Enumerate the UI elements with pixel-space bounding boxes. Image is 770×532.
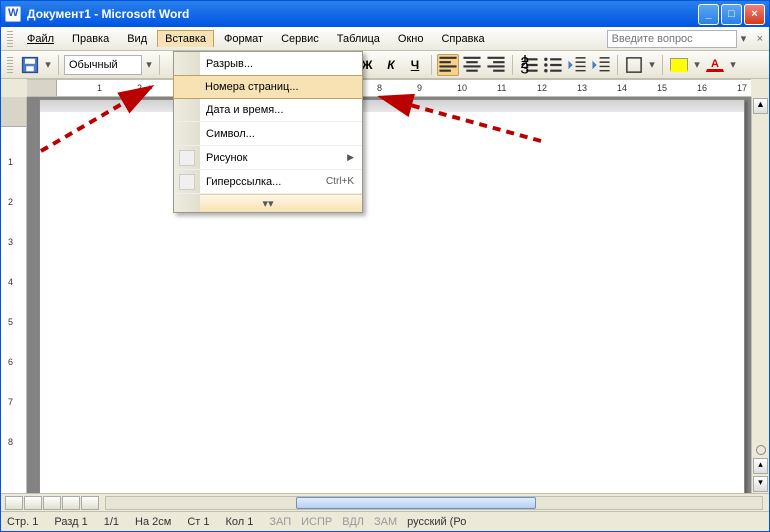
hyperlink-icon <box>179 174 195 190</box>
insert-menu-dropdown: Разрыв... Номера страниц... Дата и время… <box>173 51 363 213</box>
menu-help[interactable]: Справка <box>433 30 492 48</box>
scroll-up-button[interactable]: ▲ <box>753 98 768 114</box>
italic-button[interactable]: К <box>380 54 402 76</box>
borders-dropdown[interactable]: ▾ <box>647 58 657 71</box>
page[interactable] <box>39 99 745 493</box>
chevron-down-icon: ▾▾ <box>262 198 273 210</box>
submenu-arrow-icon: ▶ <box>347 152 354 163</box>
borders-button[interactable] <box>623 54 645 76</box>
align-right-button[interactable] <box>485 54 507 76</box>
status-page: Стр. 1 <box>7 516 38 528</box>
statusbar: Стр. 1 Разд 1 1/1 На 2см Ст 1 Кол 1 ЗАП … <box>1 511 769 531</box>
help-search-dropdown[interactable]: ▾ <box>739 32 749 45</box>
menu-item-page-numbers[interactable]: Номера страниц... <box>173 75 363 99</box>
status-ovr: ЗАМ <box>374 516 397 528</box>
document-area[interactable] <box>27 97 751 493</box>
view-buttons <box>5 496 99 510</box>
ruler-row: 1 2 3 4 5 6 7 8 9 10 11 12 13 14 15 16 1… <box>1 79 769 97</box>
menu-view[interactable]: Вид <box>119 30 155 48</box>
web-view-button[interactable] <box>24 496 42 510</box>
underline-button[interactable]: Ч <box>404 54 426 76</box>
prev-page-button[interactable]: ▴ <box>753 458 768 474</box>
style-selector[interactable]: Обычный <box>64 55 142 75</box>
menu-table[interactable]: Таблица <box>329 30 388 48</box>
print-view-button[interactable] <box>43 496 61 510</box>
menu-tools[interactable]: Сервис <box>273 30 327 48</box>
status-section: Разд 1 <box>54 516 87 528</box>
font-color-button[interactable]: A <box>704 54 726 76</box>
menu-file[interactable]: Файл <box>19 30 62 48</box>
menubar: Файл Правка Вид Вставка Формат Сервис Та… <box>1 27 769 51</box>
menu-item-hyperlink[interactable]: Гиперссылка... Ctrl+K <box>174 170 362 194</box>
status-ext: ВДЛ <box>342 516 364 528</box>
bullet-list-button[interactable] <box>542 54 564 76</box>
titlebar: Документ1 - Microsoft Word _ □ × <box>1 1 769 27</box>
next-page-button[interactable]: ▾ <box>753 476 768 492</box>
status-at: На 2см <box>135 516 171 528</box>
style-dropdown[interactable]: ▾ <box>144 58 154 71</box>
normal-view-button[interactable] <box>5 496 23 510</box>
formatting-toolbar: ▾ Обычный ▾ Ж К Ч 123 <box>1 51 769 79</box>
hscroll-thumb[interactable] <box>296 497 536 509</box>
menu-insert[interactable]: Вставка <box>157 30 214 47</box>
toolbar-grip[interactable] <box>7 57 13 73</box>
view-and-hscroll-row <box>1 493 769 511</box>
increase-indent-button[interactable] <box>590 54 612 76</box>
highlight-button[interactable] <box>668 54 690 76</box>
numbered-list-button[interactable]: 123 <box>518 54 540 76</box>
menu-item-date-time[interactable]: Дата и время... <box>174 98 362 122</box>
status-line: Ст 1 <box>187 516 209 528</box>
menu-format[interactable]: Формат <box>216 30 271 48</box>
status-rec: ЗАП <box>269 516 291 528</box>
align-left-button[interactable] <box>437 54 459 76</box>
menu-window[interactable]: Окно <box>390 30 432 48</box>
workspace: 1 2 3 4 5 6 7 8 ▲ ▴ ▾ <box>1 97 769 493</box>
maximize-button[interactable]: □ <box>721 4 742 25</box>
browse-object-button[interactable] <box>756 445 766 455</box>
menu-edit[interactable]: Правка <box>64 30 117 48</box>
window-title: Документ1 - Microsoft Word <box>27 7 698 21</box>
save-dropdown[interactable]: ▾ <box>43 58 53 71</box>
reading-view-button[interactable] <box>81 496 99 510</box>
vertical-scrollbar[interactable]: ▲ ▴ ▾ <box>751 97 769 493</box>
menu-expand-button[interactable]: ▾▾ <box>174 194 362 212</box>
word-window: Документ1 - Microsoft Word _ □ × Файл Пр… <box>0 0 770 532</box>
menu-item-break[interactable]: Разрыв... <box>174 52 362 76</box>
align-center-button[interactable] <box>461 54 483 76</box>
scroll-track[interactable] <box>752 115 769 443</box>
horizontal-scrollbar[interactable] <box>105 496 763 510</box>
help-search-input[interactable] <box>607 30 737 48</box>
page-header-band <box>40 100 744 112</box>
decrease-indent-button[interactable] <box>566 54 588 76</box>
status-lang: русский (Ро <box>407 516 466 528</box>
save-button[interactable] <box>19 54 41 76</box>
status-pages: 1/1 <box>104 516 119 528</box>
status-col: Кол 1 <box>225 516 253 528</box>
menu-item-symbol[interactable]: Символ... <box>174 122 362 146</box>
font-color-dropdown[interactable]: ▾ <box>728 58 738 71</box>
horizontal-ruler[interactable]: 1 2 3 4 5 6 7 8 9 10 11 12 13 14 15 16 1… <box>27 79 751 97</box>
menubar-close-icon[interactable]: × <box>757 33 763 45</box>
menu-item-picture[interactable]: Рисунок ▶ <box>174 146 362 170</box>
toolbar-grip[interactable] <box>7 31 13 47</box>
svg-text:3: 3 <box>520 60 529 74</box>
vertical-ruler[interactable]: 1 2 3 4 5 6 7 8 <box>1 97 27 493</box>
picture-icon <box>179 150 195 166</box>
close-button[interactable]: × <box>744 4 765 25</box>
word-icon <box>5 6 21 22</box>
minimize-button[interactable]: _ <box>698 4 719 25</box>
outline-view-button[interactable] <box>62 496 80 510</box>
status-fix: ИСПР <box>301 516 332 528</box>
highlight-dropdown[interactable]: ▾ <box>692 58 702 71</box>
